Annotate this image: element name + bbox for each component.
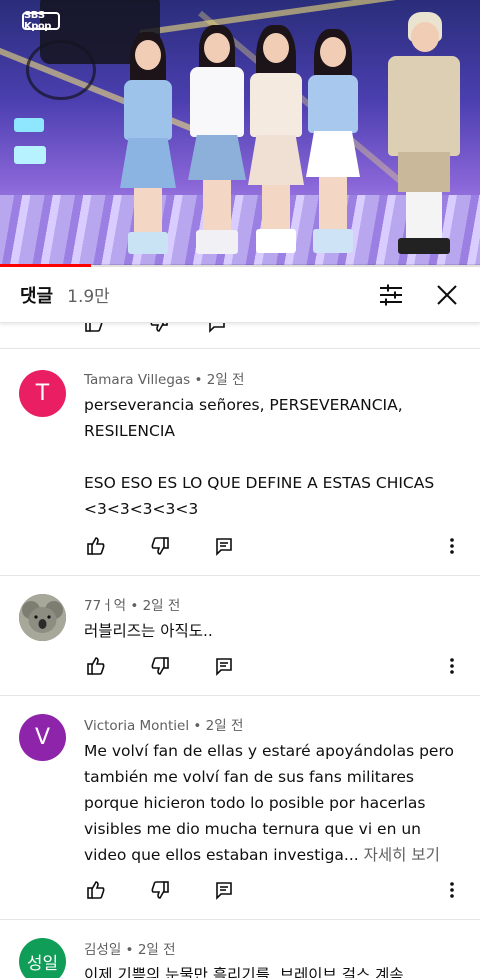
- channel-logo: SBS Kpop: [22, 10, 60, 32]
- like-icon[interactable]: [84, 534, 108, 558]
- performer-figure: [118, 32, 178, 257]
- dislike-icon: [150, 323, 168, 332]
- performer-figure: [246, 25, 306, 257]
- camera-arm: [26, 40, 96, 100]
- comment-time: 2일 전: [137, 942, 176, 958]
- comment-item: 77ㅓ억 • 2일 전 러블리즈는 아직도..: [0, 576, 480, 696]
- dislike-icon[interactable]: [148, 654, 172, 678]
- comment-meta: Victoria Montiel • 2일 전: [84, 718, 244, 734]
- reply-icon: [209, 323, 225, 333]
- reply-icon[interactable]: [212, 878, 236, 902]
- previous-comment-actions: [0, 323, 480, 349]
- comment-text: perseverancia señores, PERSEVERANCIA, RE…: [84, 396, 435, 518]
- avatar[interactable]: T: [19, 370, 66, 417]
- comment-text: 러블리즈는 아직도..: [84, 622, 213, 640]
- comment-item: 성일 김성일 • 2일 전 이제 기쁨의 눈물만 흘리기를..브레이브 걸스 계…: [0, 920, 480, 978]
- reply-icon[interactable]: [212, 534, 236, 558]
- comments-header: 댓글 1.9만: [0, 267, 480, 323]
- performer-figure: [304, 29, 362, 257]
- comment-item: V Victoria Montiel • 2일 전 Me volví fan d…: [0, 696, 480, 920]
- performer-figure: [186, 25, 248, 257]
- like-icon[interactable]: [84, 654, 108, 678]
- comment-time: 2일 전: [206, 372, 245, 388]
- comment-meta: Tamara Villegas • 2일 전: [84, 372, 245, 388]
- koala-avatar-icon: [19, 594, 66, 641]
- comment-author[interactable]: 김성일: [84, 942, 121, 958]
- avatar[interactable]: [19, 594, 66, 641]
- stage-light: [14, 146, 46, 164]
- more-options-icon[interactable]: [440, 534, 464, 558]
- comment-author[interactable]: 77ㅓ억: [84, 598, 126, 614]
- video-player[interactable]: SBS Kpop: [0, 0, 480, 265]
- avatar[interactable]: 성일: [19, 938, 66, 978]
- comment-time: 2일 전: [205, 718, 244, 734]
- reply-icon[interactable]: [212, 654, 236, 678]
- comments-count: 1.9만: [67, 287, 110, 307]
- comment-meta: 김성일 • 2일 전: [84, 942, 176, 958]
- comment-author[interactable]: Victoria Montiel: [84, 718, 189, 734]
- comment-text: 이제 기쁨의 눈물만 흘리기를..브레이브 걸스 계속: [84, 966, 404, 978]
- comment-text: Me volví fan de ellas y estaré apoyándol…: [84, 742, 454, 864]
- like-icon[interactable]: [84, 878, 108, 902]
- stage-light: [14, 118, 44, 132]
- avatar[interactable]: V: [19, 714, 66, 761]
- dislike-icon[interactable]: [148, 534, 172, 558]
- comments-title: 댓글: [20, 285, 54, 307]
- like-icon: [85, 323, 103, 332]
- more-options-icon[interactable]: [440, 654, 464, 678]
- dislike-icon[interactable]: [148, 878, 172, 902]
- read-more-link[interactable]: 자세히 보기: [364, 846, 440, 864]
- comment-item: T Tamara Villegas • 2일 전 perseverancia s…: [0, 350, 480, 576]
- comment-author[interactable]: Tamara Villegas: [84, 372, 190, 388]
- comment-meta: 77ㅓ억 • 2일 전: [84, 598, 181, 614]
- sort-icon[interactable]: [378, 282, 404, 308]
- close-icon[interactable]: [434, 282, 460, 308]
- performer-figure: [386, 12, 462, 257]
- more-options-icon[interactable]: [440, 878, 464, 902]
- comment-time: 2일 전: [142, 598, 181, 614]
